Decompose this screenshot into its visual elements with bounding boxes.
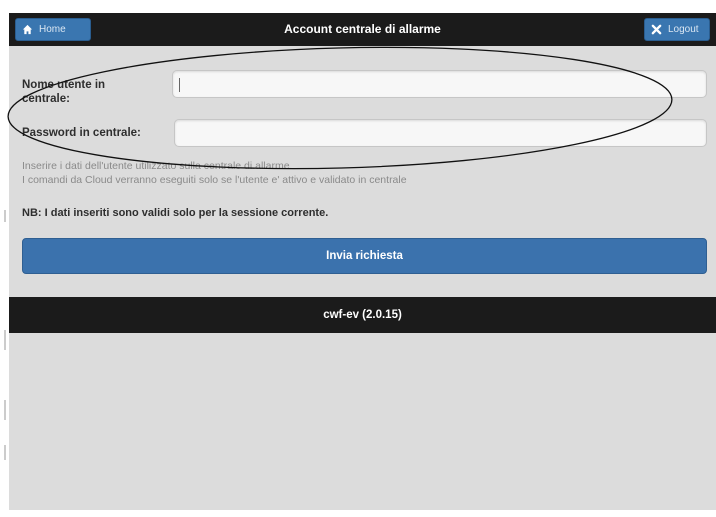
username-input[interactable] [172,70,707,98]
home-icon [21,24,33,36]
close-icon [650,24,662,36]
info-line-2: I comandi da Cloud verranno eseguiti sol… [22,174,407,186]
logout-button-label: Logout [668,24,699,35]
text-caret [179,78,180,92]
password-input[interactable] [174,119,707,147]
left-edge-marks [4,210,6,460]
header-bar: Account centrale di allarme Home Logout [9,13,716,46]
logout-button[interactable]: Logout [644,18,710,41]
info-line-1: Inserire i dati dell'utente utilizzato s… [22,160,290,172]
page-title: Account centrale di allarme [284,22,441,36]
footer-version: cwf-ev (2.0.15) [9,297,716,333]
password-label: Password in centrale: [22,127,141,139]
submit-request-button[interactable]: Invia richiesta [22,238,707,274]
app-viewport: Account centrale di allarme Home Logout … [9,13,716,510]
session-note: NB: I dati inseriti sono validi solo per… [22,207,329,219]
username-label: Nome utente in centrale: [22,79,106,105]
home-button-label: Home [39,24,66,35]
home-button[interactable]: Home [15,18,91,41]
